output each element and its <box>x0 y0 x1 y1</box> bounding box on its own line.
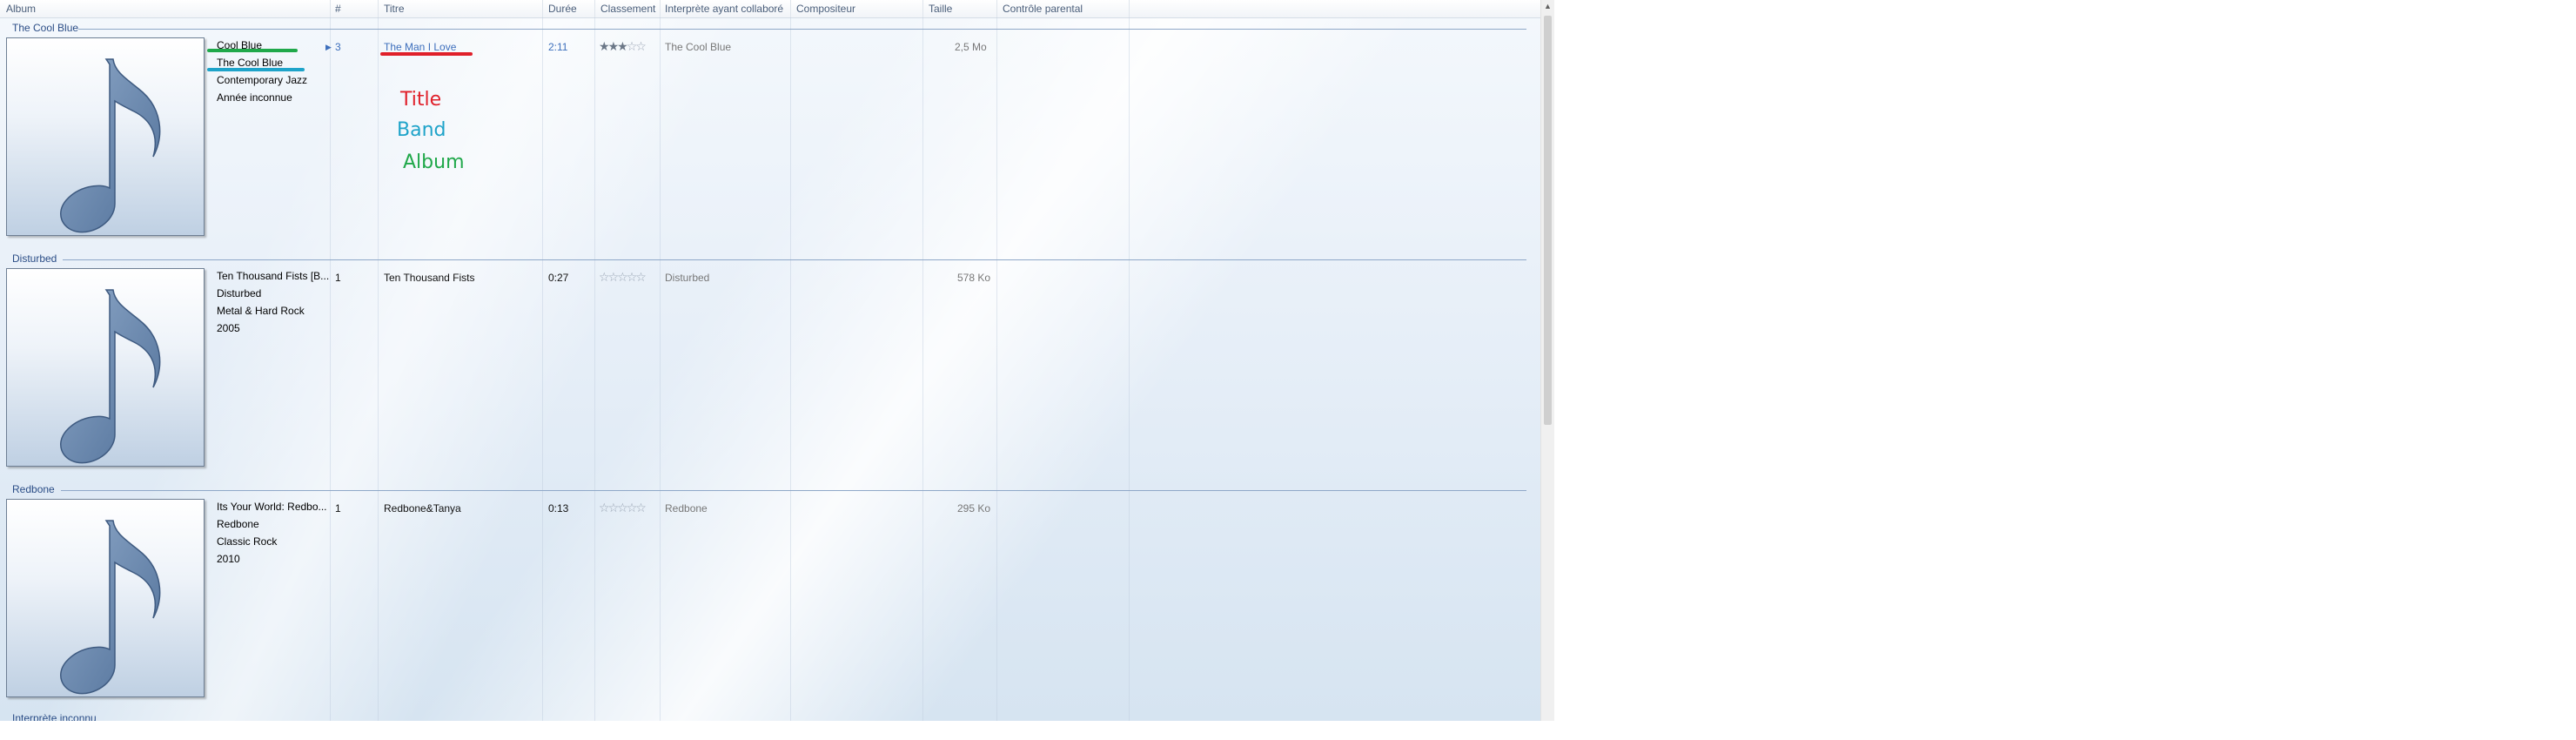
star-icon[interactable]: ☆ <box>608 270 619 284</box>
vertical-scrollbar[interactable]: ▲ <box>1540 0 1554 721</box>
rating-stars[interactable]: ☆☆☆☆☆ <box>599 270 647 285</box>
title-underline <box>380 52 473 56</box>
arrow-up-icon[interactable]: ▲ <box>1544 2 1552 10</box>
col-header-parental[interactable]: Contrôle parental <box>1003 3 1083 15</box>
annotation-album: Album <box>403 151 465 173</box>
media-library-pane: Album # Titre Durée Classement Interprèt… <box>0 0 1540 721</box>
col-header-track-no[interactable]: # <box>335 3 341 15</box>
col-header-rating[interactable]: Classement <box>600 3 655 15</box>
album-meta: Ten Thousand Fists [B... Disturbed Metal… <box>217 267 329 337</box>
star-icon[interactable]: ☆ <box>599 270 609 284</box>
album-year: Année inconnue <box>217 91 292 104</box>
star-icon[interactable]: ★ <box>617 39 627 53</box>
star-icon[interactable]: ★ <box>608 39 619 53</box>
music-note-icon <box>60 58 161 233</box>
track-number: 3 <box>335 41 341 53</box>
star-icon[interactable]: ☆ <box>627 39 637 53</box>
album-art[interactable] <box>6 268 205 467</box>
music-note-icon <box>60 520 161 695</box>
album-year: 2005 <box>217 322 240 334</box>
column-header-bar: Album # Titre Durée Classement Interprèt… <box>0 0 1540 18</box>
album-name: Its Your World: Redbo... <box>217 501 327 513</box>
annotation-title: Title <box>400 89 442 111</box>
star-icon[interactable]: ☆ <box>627 270 637 284</box>
track-size: 578 Ko <box>957 272 991 284</box>
rating-stars[interactable]: ★★★☆☆ <box>599 39 647 54</box>
album-art[interactable] <box>6 37 205 236</box>
album-year: 2010 <box>217 553 240 565</box>
col-header-album[interactable]: Album <box>6 3 36 15</box>
album-genre: Classic Rock <box>217 535 278 548</box>
contributing-artist: The Cool Blue <box>665 41 732 53</box>
star-icon[interactable]: ★ <box>599 39 609 53</box>
group-header[interactable]: Disturbed <box>12 252 57 265</box>
col-header-contributing-artist[interactable]: Interprète ayant collaboré <box>665 3 783 15</box>
group-header-partial[interactable]: Interprète inconnu <box>12 712 97 721</box>
album-meta: Cool Blue The Cool Blue Contemporary Jaz… <box>217 37 307 106</box>
star-icon[interactable]: ☆ <box>617 270 627 284</box>
play-indicator-icon: ▶ <box>325 43 332 51</box>
album-artist: Redbone <box>217 518 259 530</box>
star-icon[interactable]: ☆ <box>635 270 646 284</box>
album-art[interactable] <box>6 499 205 697</box>
music-note-icon <box>60 289 161 464</box>
album-underline <box>207 49 298 52</box>
track-duration: 0:27 <box>548 272 569 284</box>
star-icon[interactable]: ☆ <box>627 501 637 515</box>
track-size: 295 Ko <box>957 502 991 515</box>
contributing-artist: Redbone <box>665 502 708 515</box>
star-icon[interactable]: ☆ <box>635 501 646 515</box>
track-title[interactable]: Ten Thousand Fists <box>384 272 475 284</box>
star-icon[interactable]: ☆ <box>635 39 646 53</box>
col-header-title[interactable]: Titre <box>384 3 405 15</box>
track-size: 2,5 Mo <box>955 41 987 53</box>
track-duration: 0:13 <box>548 502 569 515</box>
track-title[interactable]: The Man I Love <box>384 41 456 53</box>
star-icon[interactable]: ☆ <box>617 501 627 515</box>
album-artist: Disturbed <box>217 287 262 299</box>
album-meta: Its Your World: Redbo... Redbone Classic… <box>217 498 327 568</box>
scrollbar-thumb[interactable] <box>1544 16 1552 425</box>
star-icon[interactable]: ☆ <box>599 501 609 515</box>
group-header[interactable]: The Cool Blue <box>12 22 78 34</box>
album-name: Ten Thousand Fists [B... <box>217 270 330 282</box>
contributing-artist: Disturbed <box>665 272 710 284</box>
rating-stars[interactable]: ☆☆☆☆☆ <box>599 501 647 515</box>
track-number: 1 <box>335 272 341 284</box>
group-header[interactable]: Redbone <box>12 483 55 495</box>
col-header-size[interactable]: Taille <box>929 3 952 15</box>
col-header-duration[interactable]: Durée <box>548 3 577 15</box>
annotation-band: Band <box>397 119 446 141</box>
band-underline <box>207 68 305 71</box>
track-duration: 2:11 <box>548 41 568 53</box>
album-genre: Contemporary Jazz <box>217 74 308 86</box>
track-number: 1 <box>335 502 341 515</box>
track-title[interactable]: Redbone&Tanya <box>384 502 461 515</box>
star-icon[interactable]: ☆ <box>608 501 619 515</box>
col-header-composer[interactable]: Compositeur <box>796 3 855 15</box>
album-genre: Metal & Hard Rock <box>217 305 305 317</box>
